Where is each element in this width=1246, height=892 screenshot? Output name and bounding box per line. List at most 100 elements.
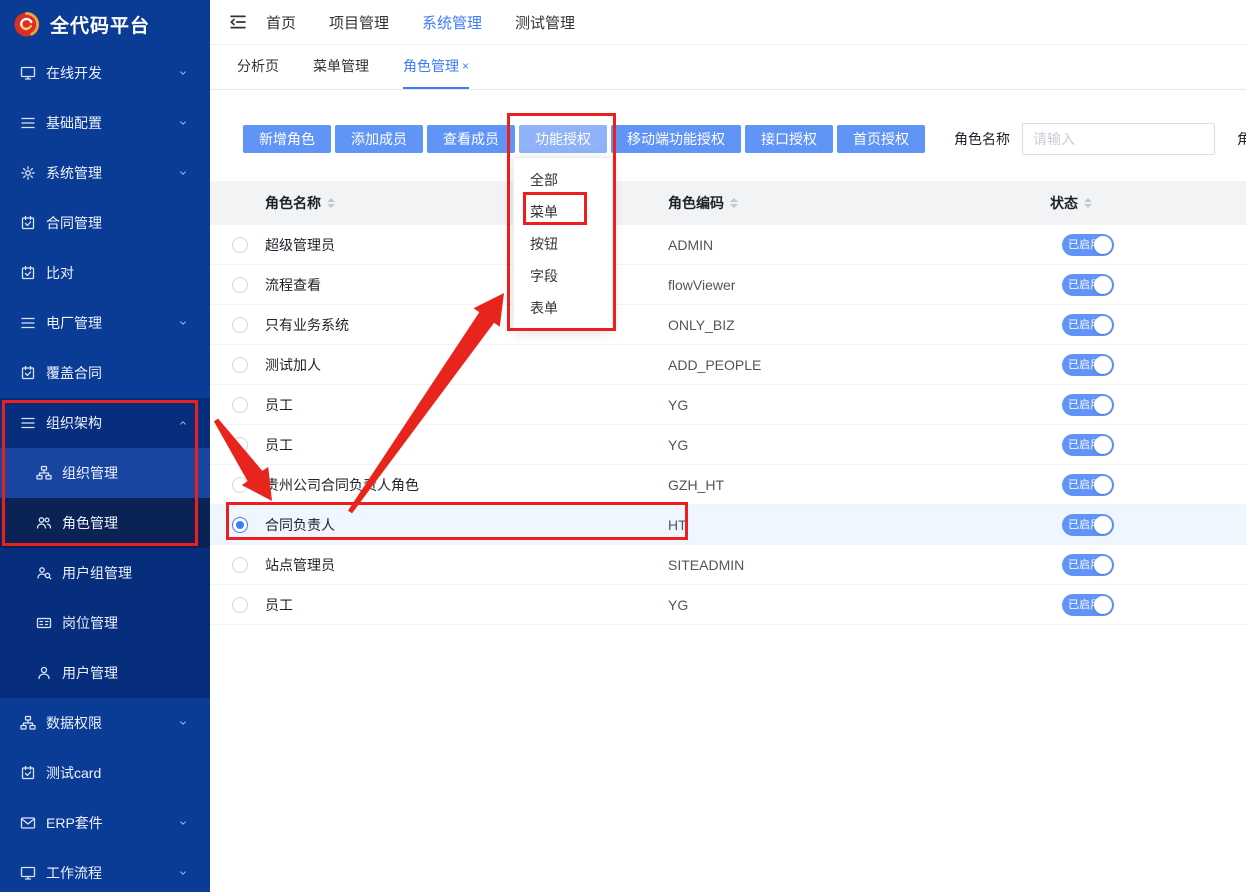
row-radio[interactable] xyxy=(232,357,248,373)
app-title: 全代码平台 xyxy=(50,11,150,38)
id-card-icon xyxy=(36,615,52,631)
dropdown-item-button[interactable]: 按钮 xyxy=(514,228,612,260)
table-row[interactable]: 超级管理员 ADMIN 已启用 xyxy=(210,225,1246,265)
status-toggle[interactable]: 已启用 xyxy=(1062,594,1114,616)
table-row[interactable]: 贵州公司合同负责人角色 GZH_HT 已启用 xyxy=(210,465,1246,505)
gear-icon xyxy=(20,165,36,181)
sort-icon[interactable] xyxy=(327,198,335,208)
logo[interactable]: 全代码平台 xyxy=(0,0,210,48)
top-nav: 首页 项目管理 系统管理 测试管理 xyxy=(210,0,1246,45)
dropdown-item-menu[interactable]: 菜单 xyxy=(514,196,612,228)
dropdown-item-all[interactable]: 全部 xyxy=(514,164,612,196)
table-row[interactable]: 员工 YG 已启用 xyxy=(210,425,1246,465)
chevron-down-icon xyxy=(178,718,188,728)
sidebar-item-org-mgmt[interactable]: 组织管理 xyxy=(0,448,210,498)
add-role-button[interactable]: 新增角色 xyxy=(243,125,331,153)
home-auth-button[interactable]: 首页授权 xyxy=(837,125,925,153)
sidebar-item-data-permission[interactable]: 数据权限 xyxy=(0,698,210,748)
close-icon[interactable]: × xyxy=(462,59,469,73)
table-row[interactable]: 员工 YG 已启用 xyxy=(210,385,1246,425)
mobile-function-auth-button[interactable]: 移动端功能授权 xyxy=(611,125,741,153)
status-toggle[interactable]: 已启用 xyxy=(1062,274,1114,296)
tab-role-mgmt[interactable]: 角色管理 × xyxy=(403,45,469,89)
api-auth-button[interactable]: 接口授权 xyxy=(745,125,833,153)
sidebar-item-org-structure[interactable]: 组织架构 xyxy=(0,398,210,448)
status-toggle[interactable]: 已启用 xyxy=(1062,394,1114,416)
status-toggle[interactable]: 已启用 xyxy=(1062,474,1114,496)
column-header-role-code[interactable]: 角色编码 xyxy=(668,193,1050,213)
chevron-down-icon xyxy=(178,168,188,178)
dropdown-item-form[interactable]: 表单 xyxy=(514,292,612,324)
row-radio[interactable] xyxy=(232,597,248,613)
menu-fold-icon[interactable] xyxy=(228,12,248,32)
sitemap-icon xyxy=(20,715,36,731)
monitor-icon xyxy=(20,65,36,81)
sidebar-item-test-card[interactable]: 测试card xyxy=(0,748,210,798)
nav-project-mgmt[interactable]: 项目管理 xyxy=(329,12,389,33)
nav-home[interactable]: 首页 xyxy=(266,12,296,33)
sidebar-item-role-mgmt[interactable]: 角色管理 xyxy=(0,498,210,548)
view-member-button[interactable]: 查看成员 xyxy=(427,125,515,153)
main-area: 首页 项目管理 系统管理 测试管理 分析页 菜单管理 角色管理 × 新增角色 添… xyxy=(210,0,1246,892)
tab-bar: 分析页 菜单管理 角色管理 × xyxy=(210,45,1246,90)
mail-icon xyxy=(20,815,36,831)
sidebar-item-post-mgmt[interactable]: 岗位管理 xyxy=(0,598,210,648)
sidebar-item-contract-mgmt[interactable]: 合同管理 xyxy=(0,198,210,248)
nav-test-mgmt[interactable]: 测试管理 xyxy=(515,12,575,33)
column-header-status[interactable]: 状态 xyxy=(1050,193,1246,213)
function-auth-button[interactable]: 功能授权 xyxy=(519,125,607,153)
sidebar: 全代码平台 在线开发 基础配置 系统管理 合同管理 xyxy=(0,0,210,892)
row-radio[interactable] xyxy=(232,397,248,413)
sidebar-item-workflow[interactable]: 工作流程 xyxy=(0,848,210,892)
role-name-filter: 角色名称 xyxy=(954,123,1215,155)
sidebar-item-system-mgmt[interactable]: 系统管理 xyxy=(0,148,210,198)
table-row-selected[interactable]: 合同负责人 HT 已启用 xyxy=(210,505,1246,545)
sort-icon[interactable] xyxy=(730,198,738,208)
table-row[interactable]: 测试加人 ADD_PEOPLE 已启用 xyxy=(210,345,1246,385)
tab-menu-mgmt[interactable]: 菜单管理 xyxy=(313,45,369,89)
status-toggle[interactable]: 已启用 xyxy=(1062,314,1114,336)
row-radio[interactable] xyxy=(232,437,248,453)
table-row[interactable]: 站点管理员 SITEADMIN 已启用 xyxy=(210,545,1246,585)
user-group-icon xyxy=(36,565,52,581)
role-mgmt-page: 新增角色 添加成员 查看成员 功能授权 移动端功能授权 接口授权 首页授权 角色… xyxy=(210,90,1246,892)
row-radio[interactable] xyxy=(232,237,248,253)
table-row[interactable]: 员工 YG 已启用 xyxy=(210,585,1246,625)
row-radio[interactable] xyxy=(232,557,248,573)
sort-icon[interactable] xyxy=(1084,198,1092,208)
sidebar-item-power-plant-mgmt[interactable]: 电厂管理 xyxy=(0,298,210,348)
table-row[interactable]: 流程查看 flowViewer 已启用 xyxy=(210,265,1246,305)
list-icon xyxy=(20,115,36,131)
status-toggle[interactable]: 已启用 xyxy=(1062,354,1114,376)
row-radio[interactable] xyxy=(232,477,248,493)
chevron-down-icon xyxy=(178,68,188,78)
chevron-up-icon xyxy=(178,418,188,428)
status-toggle[interactable]: 已启用 xyxy=(1062,434,1114,456)
status-toggle[interactable]: 已启用 xyxy=(1062,234,1114,256)
table-row[interactable]: 只有业务系统 ONLY_BIZ 已启用 xyxy=(210,305,1246,345)
dropdown-item-field[interactable]: 字段 xyxy=(514,260,612,292)
row-radio-checked[interactable] xyxy=(232,517,248,533)
add-member-button[interactable]: 添加成员 xyxy=(335,125,423,153)
partial-role-code-label: 角 xyxy=(1237,129,1246,149)
status-toggle[interactable]: 已启用 xyxy=(1062,514,1114,536)
sidebar-item-user-group-mgmt[interactable]: 用户组管理 xyxy=(0,548,210,598)
sidebar-item-online-dev[interactable]: 在线开发 xyxy=(0,48,210,98)
calendar-icon xyxy=(20,765,36,781)
table-body: 超级管理员 ADMIN 已启用 流程查看 flowViewer 已启用 只有业务… xyxy=(210,225,1246,625)
row-radio[interactable] xyxy=(232,277,248,293)
tab-analysis[interactable]: 分析页 xyxy=(237,45,279,89)
sitemap-icon xyxy=(36,465,52,481)
sidebar-item-erp-suite[interactable]: ERP套件 xyxy=(0,798,210,848)
status-toggle[interactable]: 已启用 xyxy=(1062,554,1114,576)
sidebar-item-user-mgmt[interactable]: 用户管理 xyxy=(0,648,210,698)
row-radio[interactable] xyxy=(232,317,248,333)
role-name-input[interactable] xyxy=(1022,123,1215,155)
nav-system-mgmt[interactable]: 系统管理 xyxy=(422,12,482,33)
chevron-down-icon xyxy=(178,818,188,828)
sidebar-item-basic-config[interactable]: 基础配置 xyxy=(0,98,210,148)
sidebar-item-compare[interactable]: 比对 xyxy=(0,248,210,298)
roles-icon xyxy=(36,515,52,531)
sidebar-item-cover-contract[interactable]: 覆盖合同 xyxy=(0,348,210,398)
table-header: 角色名称 角色编码 状态 xyxy=(210,181,1246,225)
